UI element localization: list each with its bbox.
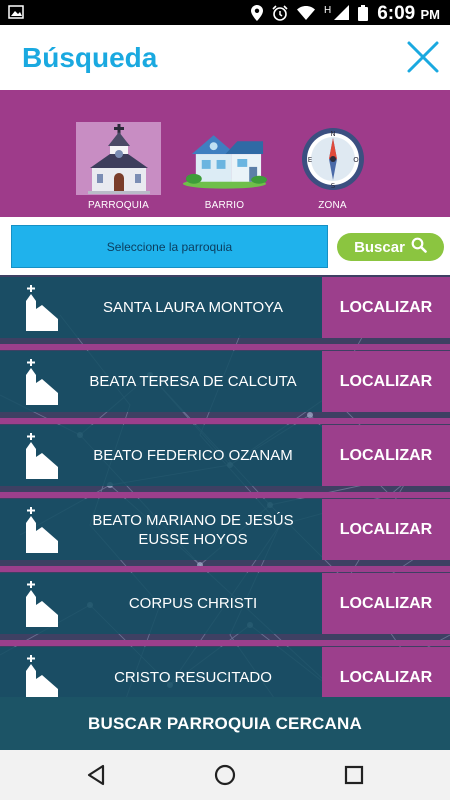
parish-name: BEATO FEDERICO OZANAM xyxy=(93,447,293,464)
list-item: BEATO FEDERICO OZANAM LOCALIZAR xyxy=(0,425,450,486)
alarm-icon xyxy=(272,4,288,24)
localizar-button[interactable]: LOCALIZAR xyxy=(322,425,450,486)
church-icon xyxy=(26,433,58,479)
close-icon[interactable] xyxy=(406,40,440,74)
status-bar: H 6:09 PM xyxy=(0,0,450,25)
parish-name-cell[interactable]: CORPUS CHRISTI xyxy=(0,573,322,634)
parish-list: SANTA LAURA MONTOYA LOCALIZAR BEATA TERE… xyxy=(0,275,450,750)
list-item: BEATA TERESA DE CALCUTA LOCALIZAR xyxy=(0,351,450,412)
network-type-label: H xyxy=(323,4,332,16)
find-nearby-parish-label: BUSCAR PARROQUIA CERCANA xyxy=(88,713,362,733)
find-nearby-parish-button[interactable]: BUSCAR PARROQUIA CERCANA xyxy=(0,697,450,750)
parish-name-cell[interactable]: SANTA LAURA MONTOYA xyxy=(0,277,322,338)
category-barrio[interactable]: BARRIO xyxy=(182,122,267,212)
parish-name-cell[interactable]: BEATO MARIANO DE JESÚS EUSSE HOYOS xyxy=(0,499,322,560)
parish-name-cell[interactable]: BEATO FEDERICO OZANAM xyxy=(0,425,322,486)
parish-select-placeholder: Seleccione la parroquia xyxy=(106,239,233,254)
battery-icon xyxy=(358,4,369,24)
app-bar: Búsqueda xyxy=(0,25,450,90)
parish-name: CORPUS CHRISTI xyxy=(128,595,258,612)
category-label-zona: ZONA xyxy=(318,200,347,211)
recents-icon[interactable] xyxy=(341,762,367,788)
category-zona[interactable]: N S E O ZONA xyxy=(290,122,375,212)
category-bar: PARROQUIA BARRIO N S E O ZONA xyxy=(0,90,450,217)
parish-name-cell[interactable]: BEATA TERESA DE CALCUTA xyxy=(0,351,322,412)
house-icon xyxy=(182,122,267,195)
parish-name: BEATO MARIANO DE JESÚS EUSSE HOYOS xyxy=(92,511,294,548)
signal-icon xyxy=(334,5,350,23)
localizar-button[interactable]: LOCALIZAR xyxy=(322,573,450,634)
home-icon[interactable] xyxy=(212,762,238,788)
location-icon xyxy=(250,4,263,24)
search-button-label: Buscar xyxy=(354,238,405,256)
svg-text:S: S xyxy=(330,182,335,190)
svg-text:O: O xyxy=(353,156,359,164)
search-button[interactable]: Buscar xyxy=(337,233,444,261)
parish-name: BEATA TERESA DE CALCUTA xyxy=(89,373,297,390)
compass-icon: N S E O xyxy=(290,122,375,195)
page-title: Búsqueda xyxy=(22,42,158,73)
church-icon xyxy=(76,122,161,195)
list-item: CORPUS CHRISTI LOCALIZAR xyxy=(0,573,450,634)
back-icon[interactable] xyxy=(83,762,109,788)
clock-ampm: PM xyxy=(420,7,441,22)
list-item: BEATO MARIANO DE JESÚS EUSSE HOYOS LOCAL… xyxy=(0,499,450,560)
church-icon xyxy=(26,655,58,701)
category-parroquia[interactable]: PARROQUIA xyxy=(76,122,161,212)
clock-time: 6:09 xyxy=(377,3,416,24)
category-label-barrio: BARRIO xyxy=(204,200,245,211)
localizar-button[interactable]: LOCALIZAR xyxy=(322,351,450,412)
church-icon xyxy=(26,285,58,331)
church-icon xyxy=(26,507,58,553)
svg-text:N: N xyxy=(330,130,335,138)
svg-text:E: E xyxy=(307,156,311,164)
image-icon xyxy=(8,5,24,24)
parish-name: SANTA LAURA MONTOYA xyxy=(102,299,284,316)
search-icon xyxy=(411,237,427,257)
parish-select[interactable]: Seleccione la parroquia xyxy=(11,225,328,268)
church-icon xyxy=(26,581,58,627)
localizar-button[interactable]: LOCALIZAR xyxy=(322,277,450,338)
wifi-icon xyxy=(296,5,315,23)
system-nav-bar xyxy=(0,750,450,800)
church-icon xyxy=(26,359,58,405)
localizar-button[interactable]: LOCALIZAR xyxy=(322,499,450,560)
list-item: SANTA LAURA MONTOYA LOCALIZAR xyxy=(0,277,450,338)
search-row: Seleccione la parroquia Buscar xyxy=(0,217,450,275)
category-label-parroquia: PARROQUIA xyxy=(87,200,150,211)
